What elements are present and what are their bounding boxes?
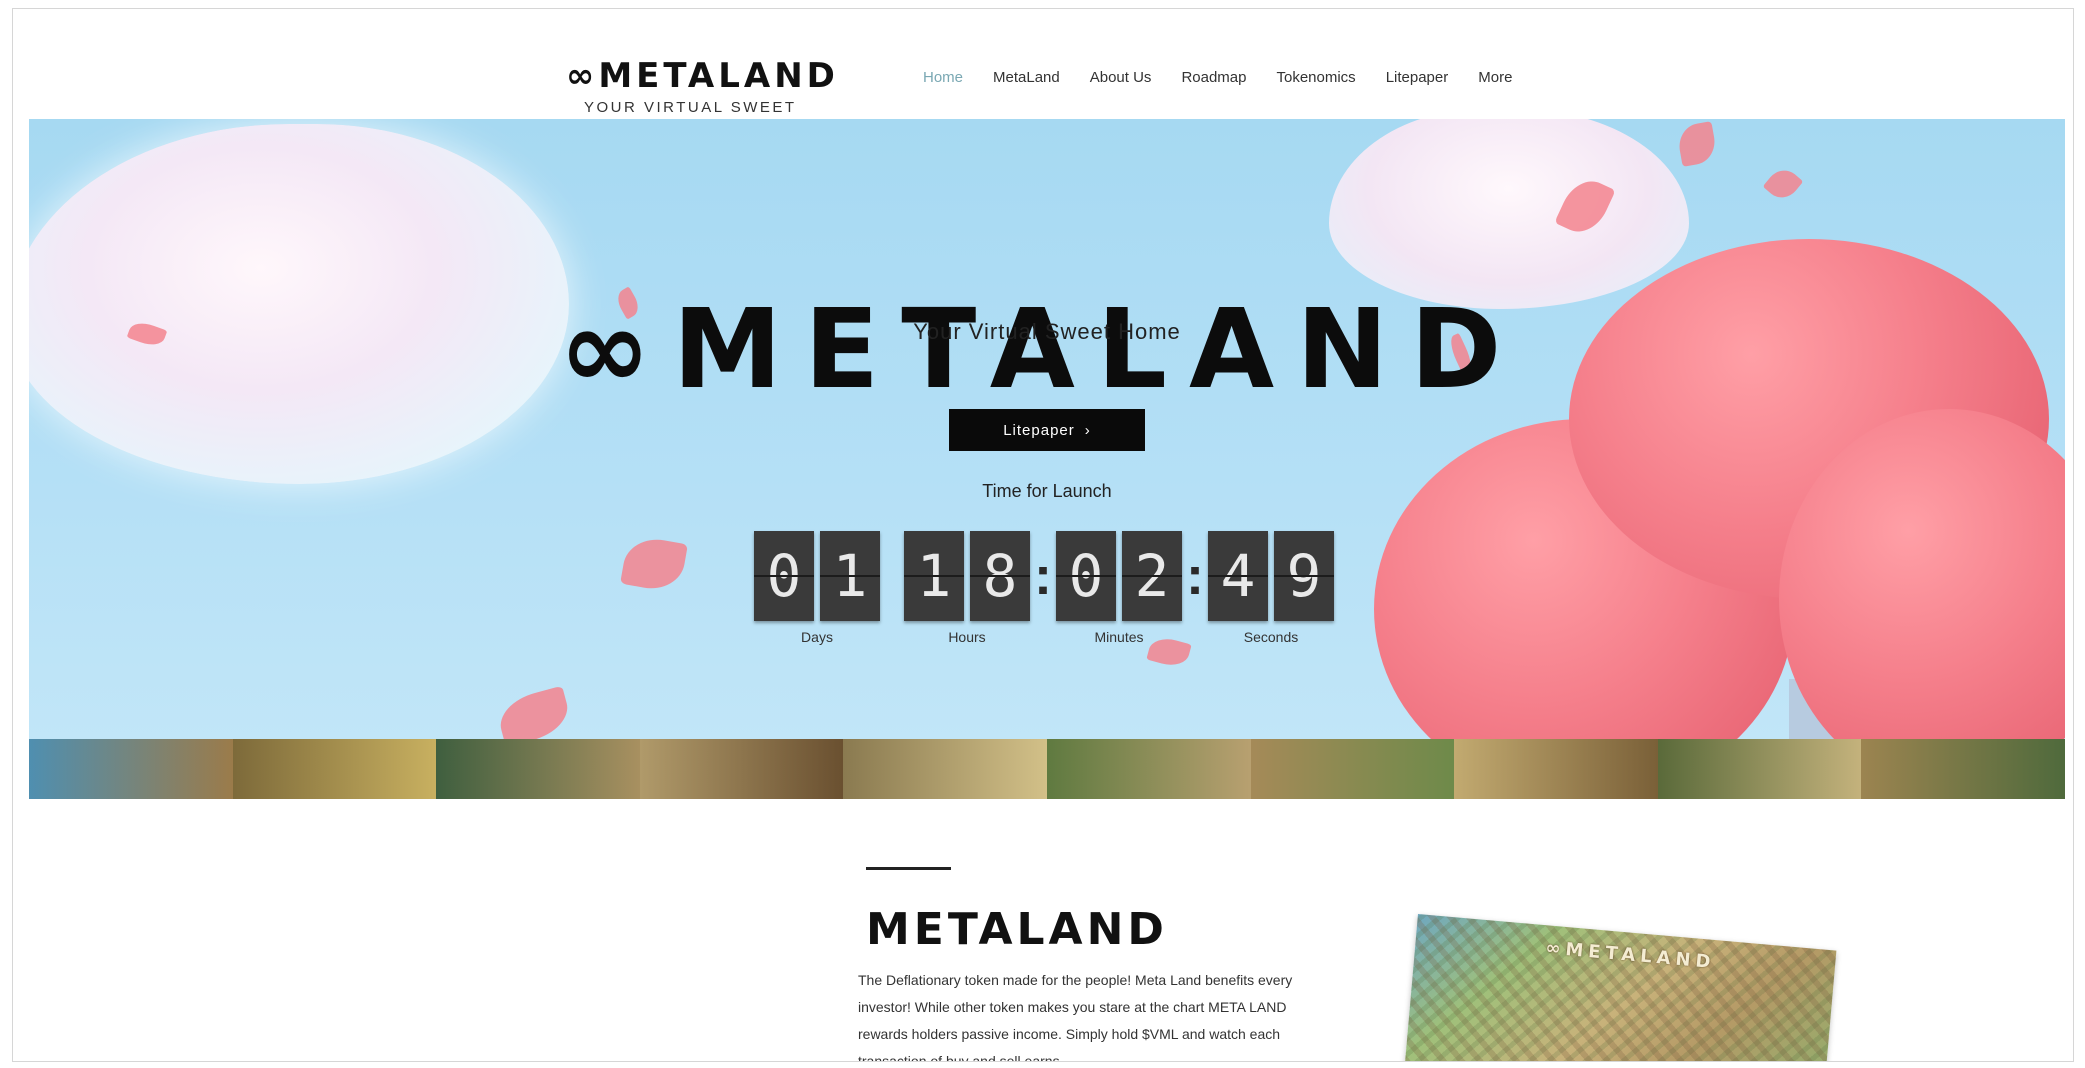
countdown-label-seconds: Seconds xyxy=(1243,629,1299,645)
nav-item-more[interactable]: More xyxy=(1478,69,1512,86)
countdown-hours: 1 8 Hours xyxy=(904,531,1030,645)
countdown-label-minutes: Minutes xyxy=(1094,629,1144,645)
countdown-digit: 4 xyxy=(1208,531,1268,621)
hero-title: ∞METALAND xyxy=(559,285,1524,413)
petal-decoration xyxy=(1762,163,1804,205)
nav-item-litepaper[interactable]: Litepaper xyxy=(1386,69,1449,86)
countdown-minutes: 0 2 Minutes xyxy=(1056,531,1182,645)
petal-decoration xyxy=(620,534,688,594)
nav-item-home[interactable]: Home xyxy=(923,69,963,86)
litepaper-button[interactable]: Litepaper › xyxy=(949,409,1145,451)
cloud-illustration xyxy=(29,124,569,484)
countdown-gap xyxy=(880,531,904,621)
petal-decoration xyxy=(1675,121,1719,167)
nav-item-tokenomics[interactable]: Tokenomics xyxy=(1276,69,1355,86)
countdown-digit: 0 xyxy=(754,531,814,621)
countdown-digit: 9 xyxy=(1274,531,1334,621)
hero-subtitle: Your Virtual Sweet Home xyxy=(913,319,1181,344)
countdown-label-hours: Hours xyxy=(948,629,986,645)
countdown-digit: 0 xyxy=(1056,531,1116,621)
mosaic-art-strip xyxy=(29,739,2065,799)
section-body: The Deflationary token made for the peop… xyxy=(858,972,1293,1062)
section-divider xyxy=(866,867,951,870)
section-title: METALAND xyxy=(866,904,1168,955)
hero-banner: ∞METALAND Your Virtual Sweet Home Litepa… xyxy=(29,119,2065,799)
brand-name: ∞METALAND xyxy=(566,56,839,96)
cloud-illustration xyxy=(1329,119,1689,309)
countdown-timer: 0 1 Days 1 8 Hours : 0 2 Minutes: 4 9 S… xyxy=(754,531,1334,645)
colon-separator: : xyxy=(1186,546,1204,606)
colon-separator: : xyxy=(1034,546,1052,606)
countdown-seconds: 4 9 Seconds xyxy=(1208,531,1334,645)
countdown-digit: 1 xyxy=(904,531,964,621)
countdown-label-days: Days xyxy=(801,629,833,645)
main-nav: Home MetaLand About Us Roadmap Tokenomic… xyxy=(923,69,1512,86)
nav-item-about-us[interactable]: About Us xyxy=(1090,69,1152,86)
countdown-digit: 8 xyxy=(970,531,1030,621)
chevron-right-icon: › xyxy=(1084,421,1091,439)
nav-item-metaland[interactable]: MetaLand xyxy=(993,69,1060,86)
metaland-map-image: ∞METALAND xyxy=(1404,914,1837,1061)
launch-label: Time for Launch xyxy=(982,481,1112,501)
nav-item-roadmap[interactable]: Roadmap xyxy=(1181,69,1246,86)
countdown-days: 0 1 Days xyxy=(754,531,880,645)
countdown-digit: 2 xyxy=(1122,531,1182,621)
litepaper-button-label: Litepaper xyxy=(1003,421,1075,439)
page-frame: ∞METALAND YOUR VIRTUAL SWEET HOME Home M… xyxy=(12,8,2074,1062)
countdown-digit: 1 xyxy=(820,531,880,621)
